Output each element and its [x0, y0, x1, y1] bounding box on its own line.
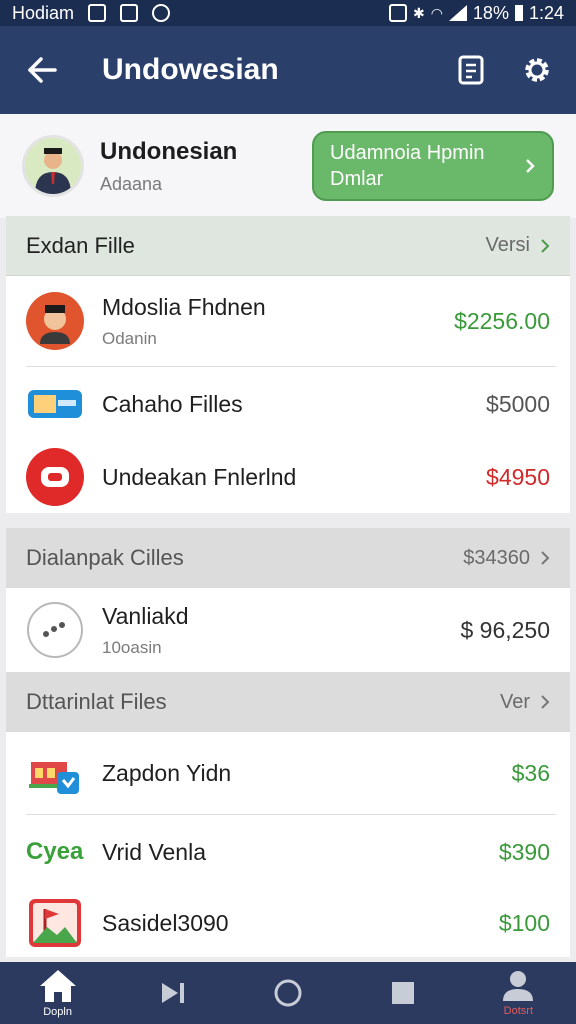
section-link-label: Versi — [485, 234, 530, 256]
item-title: Mdoslia Fhdnen — [102, 293, 266, 320]
map-icon — [26, 744, 84, 802]
battery-icon — [514, 5, 523, 21]
arrow-left-icon — [28, 57, 57, 83]
list-item[interactable]: Vanliakd 10oasin $ 96,250 — [6, 588, 570, 672]
avatar — [22, 135, 84, 197]
list-item[interactable]: Cyea Vrid Venla $390 — [6, 815, 570, 889]
item-title: Zapdon Yidn — [102, 759, 232, 786]
gear-icon — [525, 58, 549, 82]
battery-percent: 18% — [472, 2, 509, 23]
section-link-label: Ver — [499, 690, 530, 713]
item-title: Vanliakd — [102, 602, 189, 629]
item-amount: $4950 — [486, 463, 550, 490]
nav-profile-label: Dotsrt — [503, 1005, 534, 1017]
home-icon — [39, 970, 76, 1002]
nav-media[interactable] — [133, 962, 213, 1024]
section-card-3: Dttarinlat Files Ver Zapdon Yidn $36 Cye… — [6, 672, 570, 957]
section-title: Dttarinlat Files — [26, 689, 167, 714]
section-link-label: $34360 — [463, 546, 530, 569]
notification-icon — [120, 4, 139, 22]
section-link[interactable]: Versi — [486, 234, 550, 257]
page-title: Undowesian — [102, 53, 279, 86]
person-icon — [503, 971, 534, 1001]
nfc-icon — [388, 4, 407, 22]
sync-icon — [152, 4, 171, 22]
item-amount: $100 — [498, 909, 550, 936]
nav-profile[interactable]: Dotsrt — [478, 962, 558, 1024]
item-amount: $ 96,250 — [460, 616, 550, 643]
section-link[interactable]: $34360 — [463, 547, 550, 570]
item-amount: $390 — [498, 838, 550, 865]
section-header[interactable]: Dttarinlat Files Ver — [6, 672, 570, 732]
item-title: Undeakan Fnlerlnd — [102, 463, 297, 490]
profile-subtitle: Adaana — [100, 173, 163, 194]
chevron-right-icon — [541, 551, 550, 565]
bottom-nav: Dopln Dotsrt — [0, 962, 576, 1024]
promo-button[interactable]: Udamnoia Hpmin Dmlar — [312, 131, 554, 201]
list-item[interactable]: Sasidel3090 $100 — [6, 889, 570, 957]
item-amount: $2256.00 — [454, 307, 550, 334]
section-card-1: Exdan Fille Versi Mdoslia Fhdnen Odanin … — [6, 216, 570, 513]
item-title: Vrid Venla — [102, 838, 206, 865]
promo-line2: Dmlar — [330, 168, 384, 190]
brand-logo: Cyea — [26, 823, 84, 881]
item-title: Sasidel3090 — [102, 909, 229, 936]
list-item[interactable]: Cahaho Filles $5000 — [6, 367, 570, 441]
nav-square[interactable] — [363, 962, 443, 1024]
profile-name: Undonesian — [100, 137, 238, 165]
status-bar: Hodiam ✱ ◠ 18% 1:24 — [0, 0, 576, 26]
item-subtitle: Odanin — [102, 328, 157, 348]
signal-icon — [448, 5, 467, 21]
section-header[interactable]: Exdan Fille Versi — [6, 216, 570, 276]
profile-header: Undonesian Adaana Udamnoia Hpmin Dmlar — [0, 114, 576, 218]
item-subtitle: 10oasin — [102, 637, 162, 657]
back-button[interactable] — [0, 26, 84, 114]
item-title: Cahaho Filles — [102, 390, 243, 417]
list-item[interactable]: Zapdon Yidn $36 — [6, 732, 570, 814]
nav-circle[interactable] — [248, 962, 328, 1024]
nav-home-label: Dopln — [43, 1006, 72, 1018]
avatar — [26, 292, 84, 350]
clock: 1:24 — [528, 2, 564, 23]
document-button[interactable] — [438, 26, 504, 114]
chevron-right-icon — [541, 695, 550, 709]
list-item[interactable]: Mdoslia Fhdnen Odanin $2256.00 — [6, 276, 570, 366]
section-title: Exdan Fille — [26, 232, 135, 258]
circle-icon — [274, 979, 302, 1007]
square-icon — [392, 982, 415, 1004]
card-icon — [26, 375, 84, 433]
section-card-2: Dialanpak Cilles $34360 Vanliakd 10oasin… — [6, 528, 570, 672]
brand-text: Cyea — [26, 838, 84, 865]
app-bar: Undowesian — [0, 26, 576, 114]
flag-icon — [26, 894, 84, 952]
item-amount: $5000 — [486, 390, 550, 417]
chevron-right-icon — [541, 238, 550, 253]
gallery-icon — [88, 4, 107, 22]
section-header[interactable]: Dialanpak Cilles $34360 — [6, 528, 570, 588]
nav-home[interactable]: Dopln — [18, 962, 98, 1024]
promo-line1: Udamnoia Hpmin — [330, 142, 485, 164]
bluetooth-icon: ✱ — [412, 4, 425, 21]
carrier-label: Hodiam — [12, 2, 75, 23]
avatar — [26, 601, 84, 659]
chat-bubble-icon — [26, 448, 84, 506]
list-item[interactable]: Undeakan Fnlerlnd $4950 — [6, 441, 570, 513]
play-skip-icon — [161, 983, 184, 1003]
item-amount: $36 — [511, 759, 550, 786]
settings-button[interactable] — [504, 26, 570, 114]
section-link[interactable]: Ver — [500, 691, 550, 714]
document-icon — [458, 55, 484, 85]
chevron-right-icon — [526, 159, 535, 173]
wifi-icon: ◠ — [430, 4, 443, 21]
section-title: Dialanpak Cilles — [26, 545, 184, 570]
